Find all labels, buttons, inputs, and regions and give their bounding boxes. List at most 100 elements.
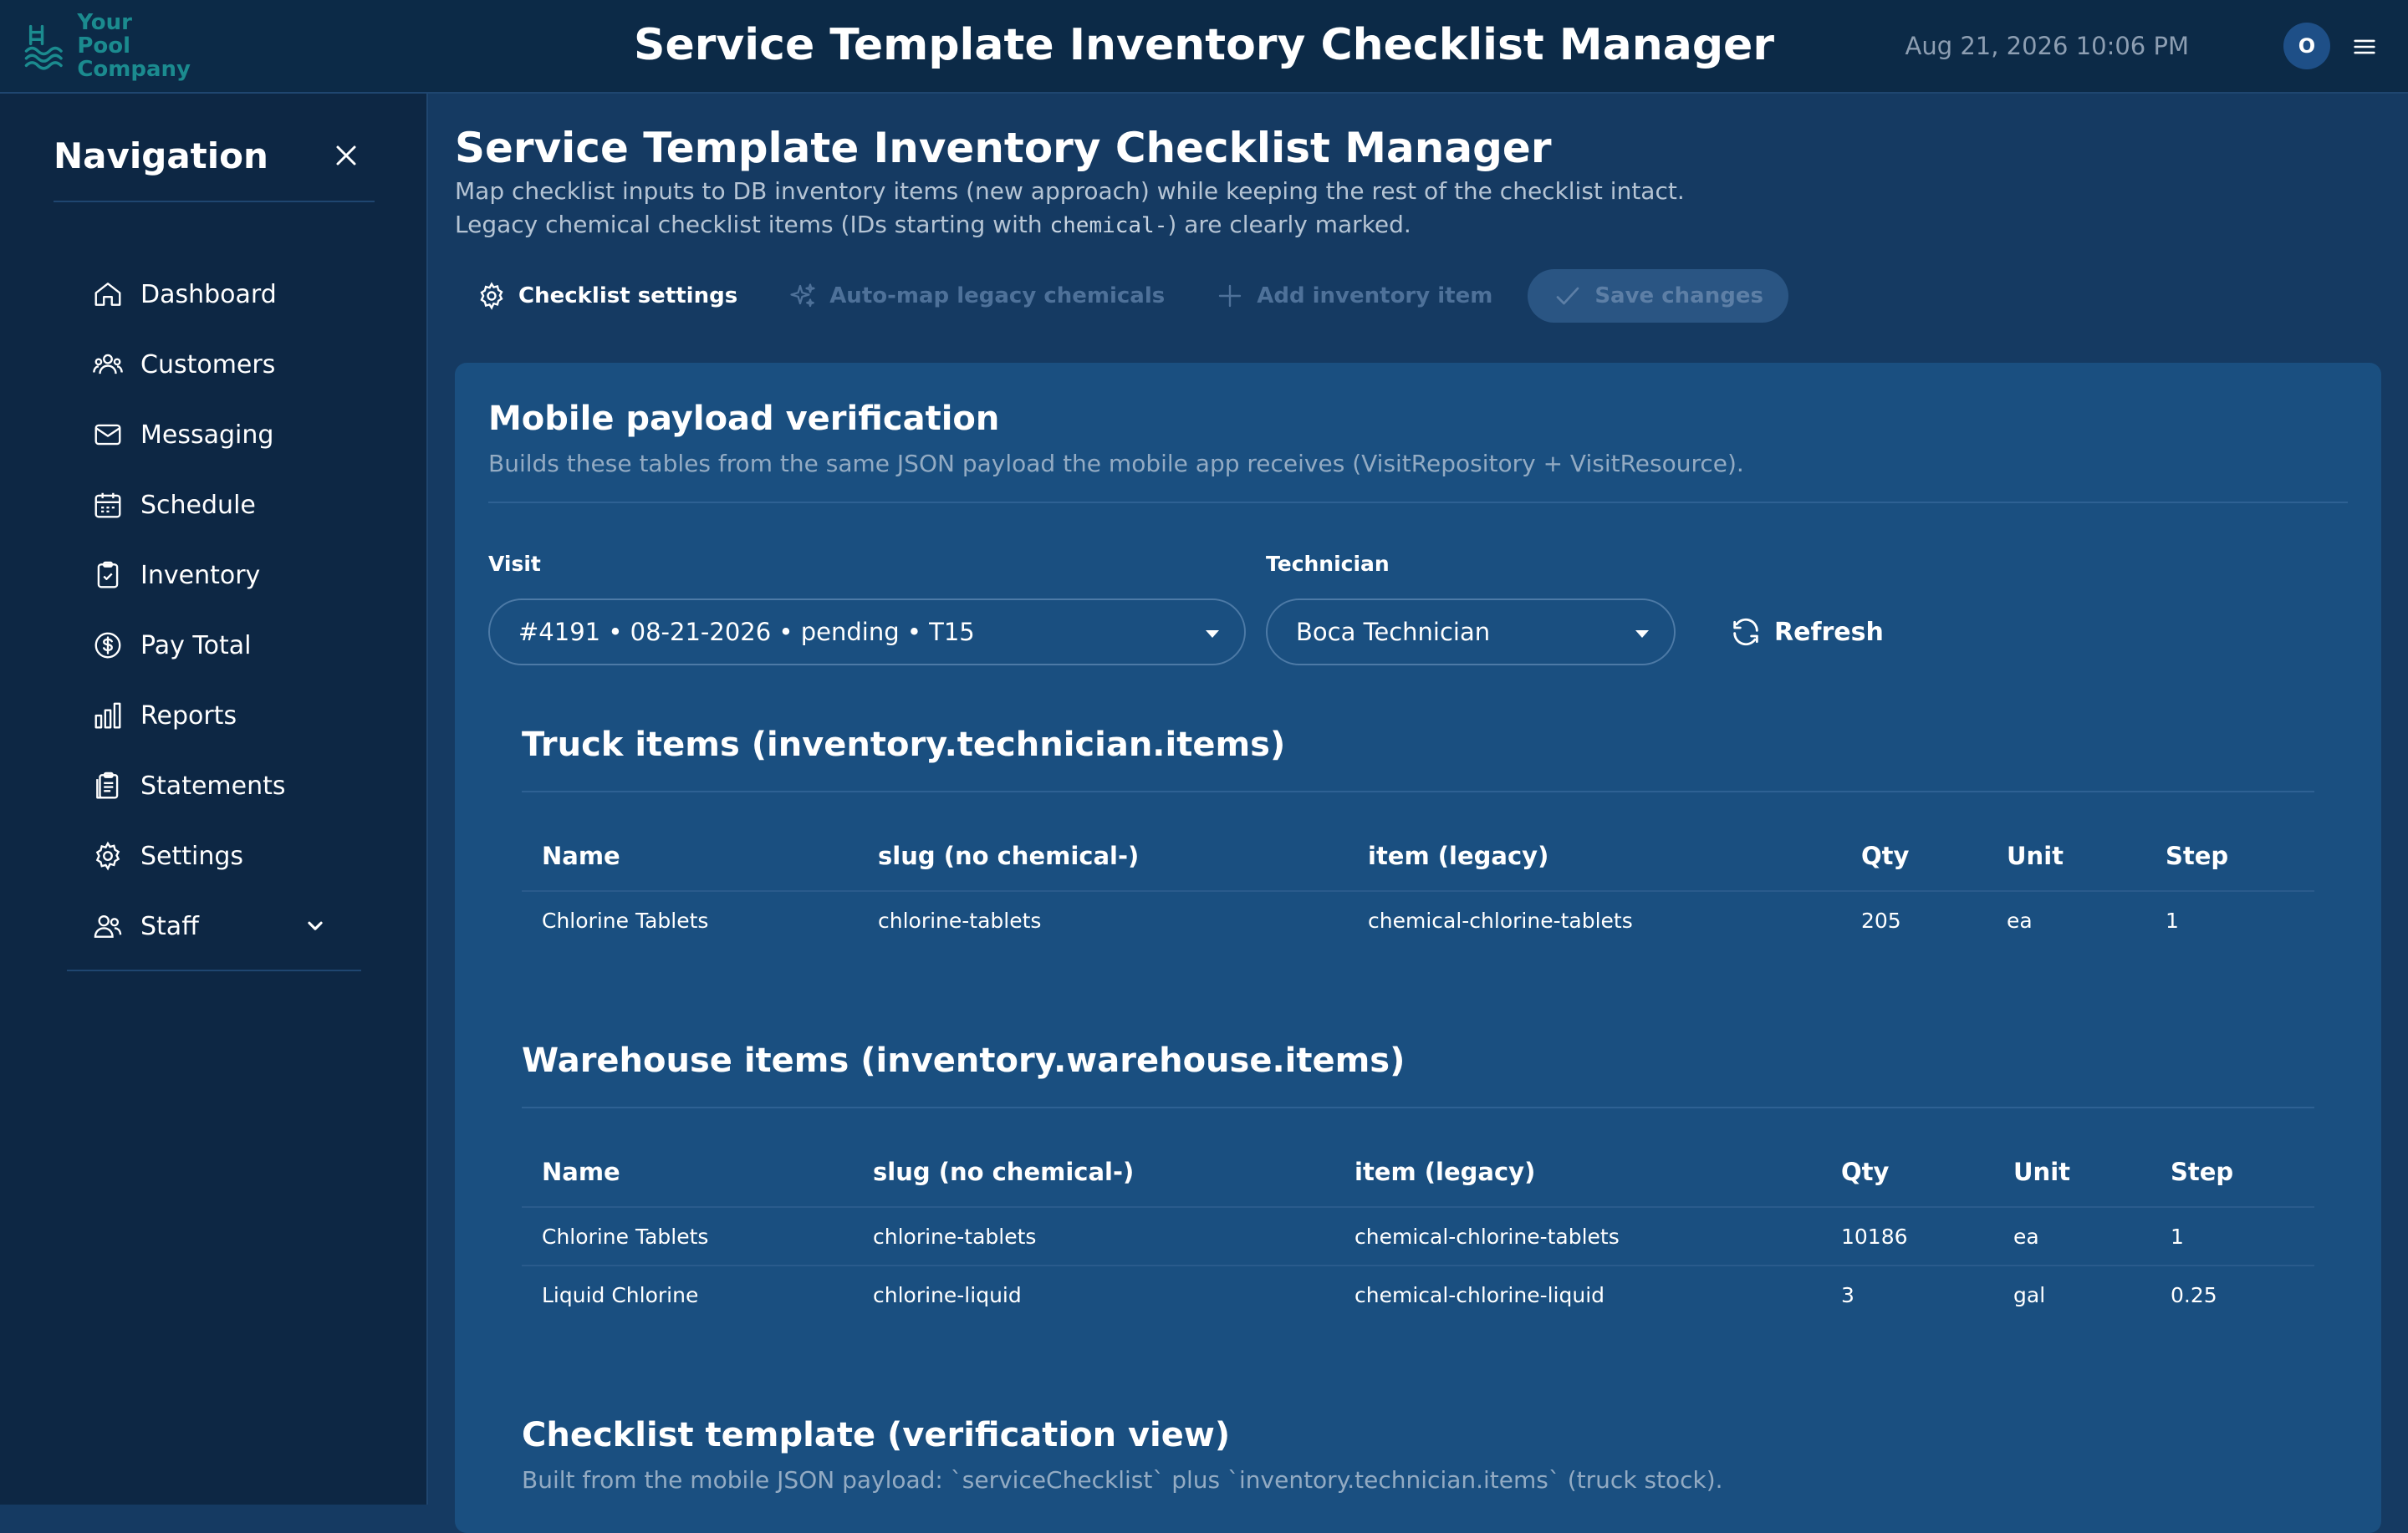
sidebar-item-label: Customers xyxy=(140,349,276,379)
technician-select[interactable]: Boca Technician xyxy=(1266,598,1676,665)
table-header-row: Name slug (no chemical-) item (legacy) Q… xyxy=(522,1137,2314,1208)
user-avatar[interactable]: O xyxy=(2283,23,2330,69)
cell-name: Chlorine Tablets xyxy=(522,1207,853,1266)
technician-label: Technician xyxy=(1266,552,1390,576)
sparkles-icon xyxy=(790,283,815,308)
sidebar-title: Navigation xyxy=(54,135,268,176)
page-description-line2: Legacy chemical checklist items (IDs sta… xyxy=(455,211,1411,238)
sidebar-item-settings[interactable]: Settings xyxy=(67,821,385,891)
checklist-settings-label: Checklist settings xyxy=(518,283,738,308)
column-header: item (legacy) xyxy=(1348,821,1841,892)
clipboard-check-icon xyxy=(97,561,119,588)
sidebar-item-messaging[interactable]: Messaging xyxy=(67,400,385,470)
caret-down-icon xyxy=(1206,630,1219,638)
dollar-circle-icon xyxy=(94,632,121,659)
current-datetime: Aug 21, 2026 10:06 PM xyxy=(1905,32,2189,60)
card-subtitle: Builds these tables from the same JSON p… xyxy=(488,450,1744,477)
gear-icon xyxy=(95,841,120,871)
column-header: slug (no chemical-) xyxy=(853,1137,1334,1208)
sidebar-item-customers[interactable]: Customers xyxy=(67,329,385,400)
sidebar-item-inventory[interactable]: Inventory xyxy=(67,540,385,610)
cell-qty: 3 xyxy=(1841,1283,1854,1307)
sidebar-item-schedule[interactable]: Schedule xyxy=(67,470,385,540)
column-header: item (legacy) xyxy=(1334,1137,1821,1208)
cell-unit: gal xyxy=(2013,1283,2046,1307)
description-code: chemical- xyxy=(1049,213,1168,238)
sidebar-item-label: Schedule xyxy=(140,490,256,520)
calendar-icon xyxy=(94,492,121,518)
checklist-template-subtitle: Built from the mobile JSON payload: `ser… xyxy=(522,1466,1723,1494)
company-logo[interactable]: Your Pool Company xyxy=(23,11,191,81)
hamburger-menu-button[interactable] xyxy=(2344,27,2385,67)
save-changes-button[interactable]: Save changes xyxy=(1528,269,1788,323)
column-header: slug (no chemical-) xyxy=(858,821,1348,892)
sidebar-item-label: Messaging xyxy=(140,420,274,450)
refresh-button[interactable]: Refresh xyxy=(1709,602,1904,662)
cell-qty: 10186 xyxy=(1821,1207,1993,1266)
card-title: Mobile payload verification xyxy=(488,400,1000,438)
refresh-label: Refresh xyxy=(1774,617,1884,647)
caret-down-icon xyxy=(1635,630,1649,638)
chevron-down-icon[interactable] xyxy=(301,911,329,940)
cell-slug: chlorine-tablets xyxy=(853,1207,1334,1266)
cell-slug: chlorine-liquid xyxy=(873,1283,1022,1307)
plus-icon xyxy=(1219,284,1242,308)
sidebar-item-label: Reports xyxy=(140,700,237,731)
add-inventory-item-button[interactable]: Add inventory item xyxy=(1190,269,1518,323)
technician-select-value: Boca Technician xyxy=(1296,618,1491,646)
logo-text-line1: Your Pool xyxy=(77,10,132,59)
table-row: Chlorine Tablets chlorine-tablets chemic… xyxy=(522,1207,2314,1266)
column-header: Qty xyxy=(1841,821,1987,892)
payload-verification-card: Mobile payload verification Builds these… xyxy=(455,363,2381,1533)
truck-items-title: Truck items (inventory.technician.items) xyxy=(522,726,1286,764)
logo-text-line2: Company xyxy=(77,57,191,82)
page-title: Service Template Inventory Checklist Man… xyxy=(455,124,1552,172)
close-icon[interactable] xyxy=(329,139,363,172)
cell-step: 1 xyxy=(2166,909,2179,933)
gear-icon xyxy=(480,282,503,310)
sidebar-item-pay-total[interactable]: Pay Total xyxy=(67,610,385,680)
pool-logo-icon xyxy=(24,24,63,70)
sidebar-item-staff[interactable]: Staff xyxy=(67,891,385,961)
auto-map-label: Auto-map legacy chemicals xyxy=(829,283,1166,308)
table-row: Liquid Chlorine chlorine-liquid chemical… xyxy=(522,1266,2314,1324)
cell-legacy-item: chemical-chlorine-tablets xyxy=(1334,1207,1821,1266)
checklist-template-title: Checklist template (verification view) xyxy=(522,1416,1231,1454)
auto-map-button[interactable]: Auto-map legacy chemicals xyxy=(763,269,1190,323)
column-header: Name xyxy=(522,821,858,892)
checklist-settings-button[interactable]: Checklist settings xyxy=(455,269,763,323)
sidebar-item-statements[interactable]: Statements xyxy=(67,751,385,821)
save-changes-label: Save changes xyxy=(1594,283,1763,308)
sidebar-item-label: Staff xyxy=(140,911,199,941)
warehouse-items-divider xyxy=(522,1107,2314,1108)
visit-label: Visit xyxy=(488,552,541,576)
warehouse-items-title: Warehouse items (inventory.warehouse.ite… xyxy=(522,1042,1406,1080)
column-header: Step xyxy=(2145,821,2314,892)
hamburger-icon xyxy=(2354,39,2375,54)
cell-step: 1 xyxy=(2150,1207,2314,1266)
truck-items-table: Name slug (no chemical-) item (legacy) Q… xyxy=(522,821,2314,950)
column-header: Name xyxy=(522,1137,853,1208)
cell-slug: chlorine-tablets xyxy=(878,909,1042,933)
sidebar-divider xyxy=(67,970,361,971)
column-header: Step xyxy=(2150,1137,2314,1208)
bar-chart-icon xyxy=(94,702,121,729)
sidebar-item-dashboard[interactable]: Dashboard xyxy=(67,259,385,329)
column-header: Unit xyxy=(1993,1137,2150,1208)
home-icon xyxy=(94,283,121,306)
sidebar-item-reports[interactable]: Reports xyxy=(67,680,385,751)
sidebar-item-label: Statements xyxy=(140,771,286,801)
sidebar-item-label: Settings xyxy=(140,841,244,871)
sidebar-item-label: Inventory xyxy=(140,560,261,590)
top-bar: Your Pool Company Service Template Inven… xyxy=(0,0,2408,94)
cell-unit: ea xyxy=(1993,1207,2150,1266)
card-divider xyxy=(488,502,2348,503)
sidebar: Navigation Dashboard Customers Messaging… xyxy=(0,94,428,1505)
cell-step: 0.25 xyxy=(2171,1283,2217,1307)
description-suffix: ) are clearly marked. xyxy=(1167,211,1411,238)
visit-select[interactable]: #4191 • 08-21-2026 • pending • T15 xyxy=(488,598,1246,665)
cell-qty: 205 xyxy=(1861,909,1901,933)
sidebar-item-label: Pay Total xyxy=(140,630,252,660)
sidebar-nav-list: Dashboard Customers Messaging Schedule I… xyxy=(67,259,385,961)
add-inventory-item-label: Add inventory item xyxy=(1257,283,1493,308)
